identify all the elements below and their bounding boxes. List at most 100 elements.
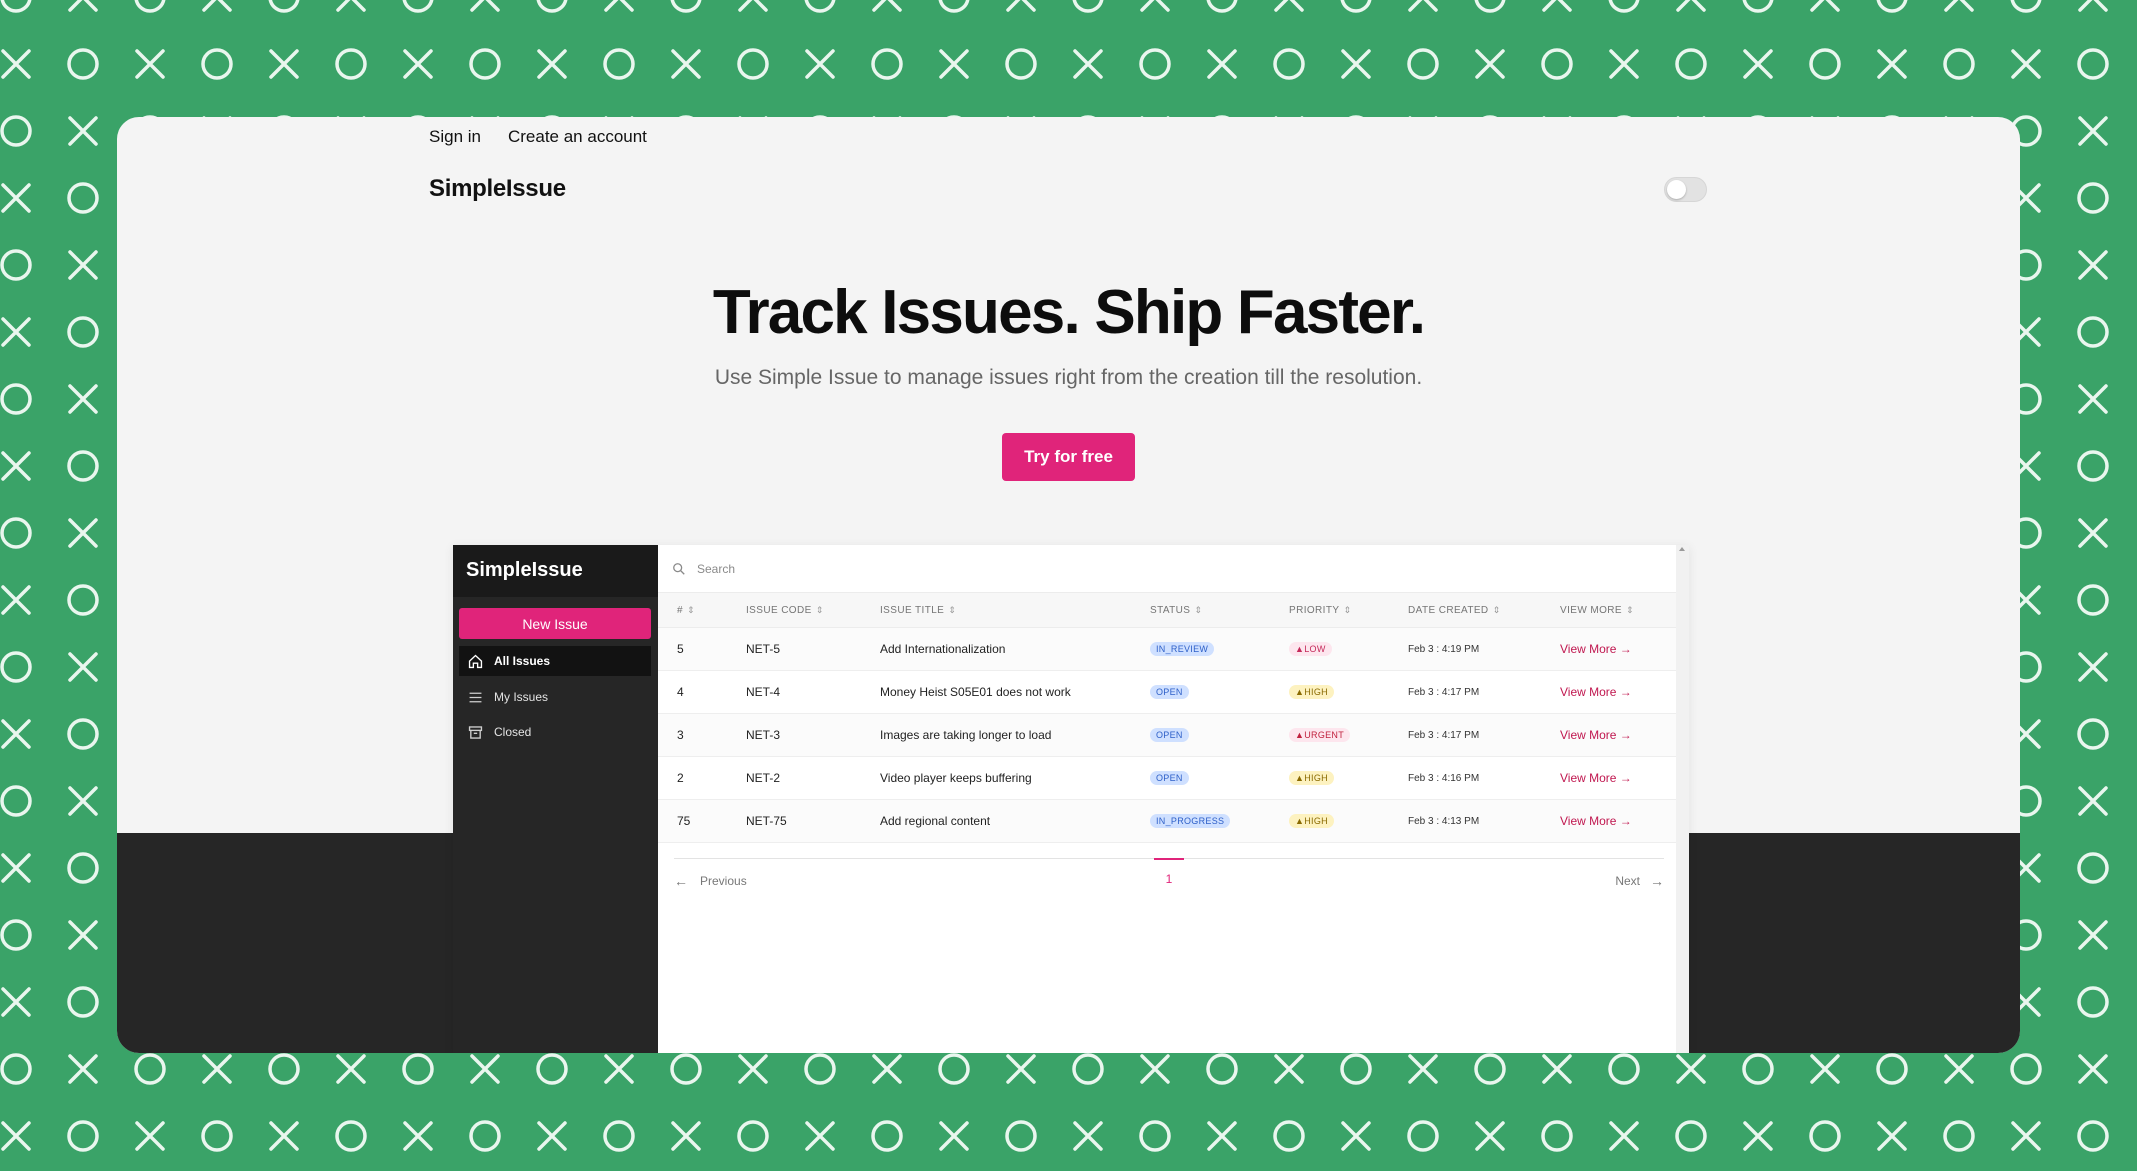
pattern-x-icon [2078,384,2108,414]
cell-num: 5 [677,642,684,656]
pattern-x-icon [2078,1054,2108,1084]
list-icon [469,692,482,702]
table-row[interactable]: 2 NET-2 Video player keeps buffering OPE… [658,757,1676,800]
priority-badge: ▲LOW [1289,642,1332,656]
pattern-o-icon [1139,48,1171,80]
pattern-x-icon [1877,1121,1907,1151]
col-header-priority[interactable]: PRIORITY ⇕ [1289,593,1351,628]
pattern-x-icon [604,1054,634,1084]
archive-icon [468,725,483,739]
brand-logo[interactable]: SimpleIssue [429,175,566,203]
view-more-link[interactable]: View More → [1560,714,1632,756]
pattern-o-icon [737,48,769,80]
pattern-o-icon [0,517,32,549]
cell-date: Feb 3 : 4:17 PM [1408,729,1480,741]
pattern-x-icon [1743,49,1773,79]
pattern-o-icon [1340,0,1372,13]
cell-date: Feb 3 : 4:13 PM [1408,815,1480,827]
status-badge: OPEN [1150,685,1189,699]
cell-issue-code: NET-5 [746,642,781,656]
pattern-o-icon [871,48,903,80]
pattern-x-icon [68,786,98,816]
pattern-x-icon [1408,1054,1438,1084]
table-row[interactable]: 3 NET-3 Images are taking longer to load… [658,714,1676,757]
pattern-x-icon [336,1054,366,1084]
table-row[interactable]: 75 NET-75 Add regional content IN_PROGRE… [658,800,1676,843]
view-more-link[interactable]: View More → [1560,757,1632,799]
table-row[interactable]: 5 NET-5 Add Internationalization IN_REVI… [658,628,1676,671]
page-number-button[interactable]: 1 [1154,858,1184,888]
pattern-x-icon [805,1121,835,1151]
new-issue-button[interactable]: New Issue [459,608,651,639]
search-input[interactable]: Search [658,545,1676,593]
col-header-date-created[interactable]: DATE CREATED ⇕ [1408,593,1501,628]
col-header-issue-code[interactable]: ISSUE CODE ⇕ [746,593,824,628]
view-more-link[interactable]: View More → [1560,800,1632,842]
pattern-x-icon [1006,1054,1036,1084]
pattern-x-icon [1810,1054,1840,1084]
pattern-x-icon [1944,0,1974,12]
priority-badge: ▲HIGH [1289,685,1334,699]
pattern-x-icon [1,317,31,347]
pattern-o-icon [1675,1120,1707,1152]
pattern-x-icon [68,652,98,682]
pattern-x-icon [1341,49,1371,79]
cell-date: Feb 3 : 4:16 PM [1408,772,1480,784]
pattern-x-icon [1341,1121,1371,1151]
scroll-up-icon [1679,547,1685,551]
sidebar-item-my-issues[interactable]: My Issues [459,682,651,712]
col-header-view-more[interactable]: VIEW MORE ⇕ [1560,593,1634,628]
table-row[interactable]: 4 NET-4 Money Heist S05E01 does not work… [658,671,1676,714]
pattern-x-icon [1,719,31,749]
sign-in-link[interactable]: Sign in [429,127,481,147]
pattern-o-icon [67,718,99,750]
sidebar-item-all-issues[interactable]: All Issues [459,646,651,676]
scrollbar[interactable] [1676,545,1689,1053]
view-more-link[interactable]: View More → [1560,628,1632,670]
pattern-o-icon [1072,1053,1104,1085]
sort-icon: ⇕ [815,605,824,615]
pattern-o-icon [871,1120,903,1152]
pattern-o-icon [0,249,32,281]
pattern-x-icon [872,0,902,12]
next-page-button[interactable]: Next → [1615,873,1664,889]
pattern-o-icon [1005,48,1037,80]
app-brand: SimpleIssue [453,545,658,597]
pagination: ← Previous 1 Next → [674,858,1664,898]
pattern-x-icon [68,0,98,12]
cell-issue-code: NET-75 [746,814,787,828]
try-for-free-button[interactable]: Try for free [1002,433,1135,481]
pattern-o-icon [67,852,99,884]
pattern-o-icon [737,1120,769,1152]
pattern-o-icon [2077,316,2109,348]
pattern-x-icon [805,49,835,79]
pattern-x-icon [1,1121,31,1151]
pattern-o-icon [1139,1120,1171,1152]
previous-page-button[interactable]: ← Previous [674,873,747,889]
col-header-num[interactable]: # ⇕ [677,593,695,628]
col-header-status[interactable]: STATUS ⇕ [1150,593,1202,628]
cell-issue-code: NET-4 [746,685,781,699]
pattern-o-icon [804,0,836,13]
pattern-o-icon [1474,0,1506,13]
pattern-x-icon [1743,1121,1773,1151]
sort-icon: ⇕ [948,605,957,615]
col-header-issue-title[interactable]: ISSUE TITLE ⇕ [880,593,956,628]
sidebar-item-closed[interactable]: Closed [459,717,651,747]
priority-badge: ▲HIGH [1289,814,1334,828]
pattern-x-icon [68,518,98,548]
pattern-o-icon [402,1053,434,1085]
pattern-x-icon [2078,0,2108,12]
arrow-left-icon: ← [674,873,688,889]
pattern-x-icon [537,1121,567,1151]
status-badge: IN_PROGRESS [1150,814,1231,828]
sort-icon: ⇕ [1625,605,1634,615]
view-more-link[interactable]: View More → [1560,671,1632,713]
pattern-o-icon [2077,584,2109,616]
pattern-o-icon [1608,1053,1640,1085]
theme-toggle[interactable] [1664,177,1707,202]
create-account-link[interactable]: Create an account [508,127,647,147]
pattern-o-icon [2077,986,2109,1018]
pattern-o-icon [67,584,99,616]
pattern-x-icon [2078,250,2108,280]
